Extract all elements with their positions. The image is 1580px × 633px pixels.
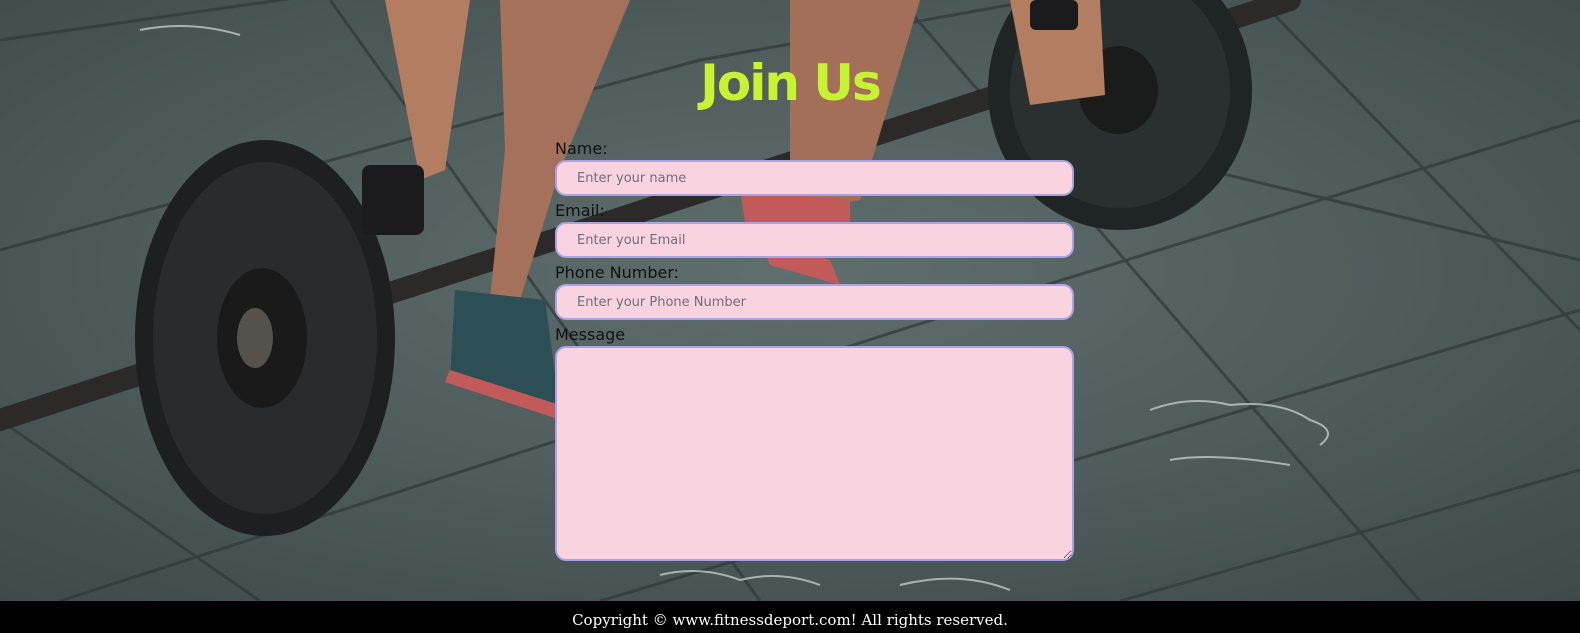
join-form: Name: Email: Phone Number: Message bbox=[555, 138, 1075, 561]
phone-input[interactable] bbox=[555, 284, 1074, 320]
copyright-text: Copyright © www.fitnessdeport.com! All r… bbox=[572, 611, 1008, 629]
email-label: Email: bbox=[555, 201, 605, 220]
page: Join Us Name: Email: Phone Number: Messa… bbox=[0, 0, 1580, 633]
footer: Copyright © www.fitnessdeport.com! All r… bbox=[0, 601, 1580, 633]
name-label: Name: bbox=[555, 139, 608, 158]
phone-label: Phone Number: bbox=[555, 263, 680, 282]
page-title: Join Us bbox=[700, 54, 881, 112]
message-label: Message bbox=[555, 325, 626, 344]
name-input[interactable] bbox=[555, 160, 1074, 196]
message-textarea[interactable] bbox=[555, 346, 1074, 561]
email-input[interactable] bbox=[555, 222, 1074, 258]
